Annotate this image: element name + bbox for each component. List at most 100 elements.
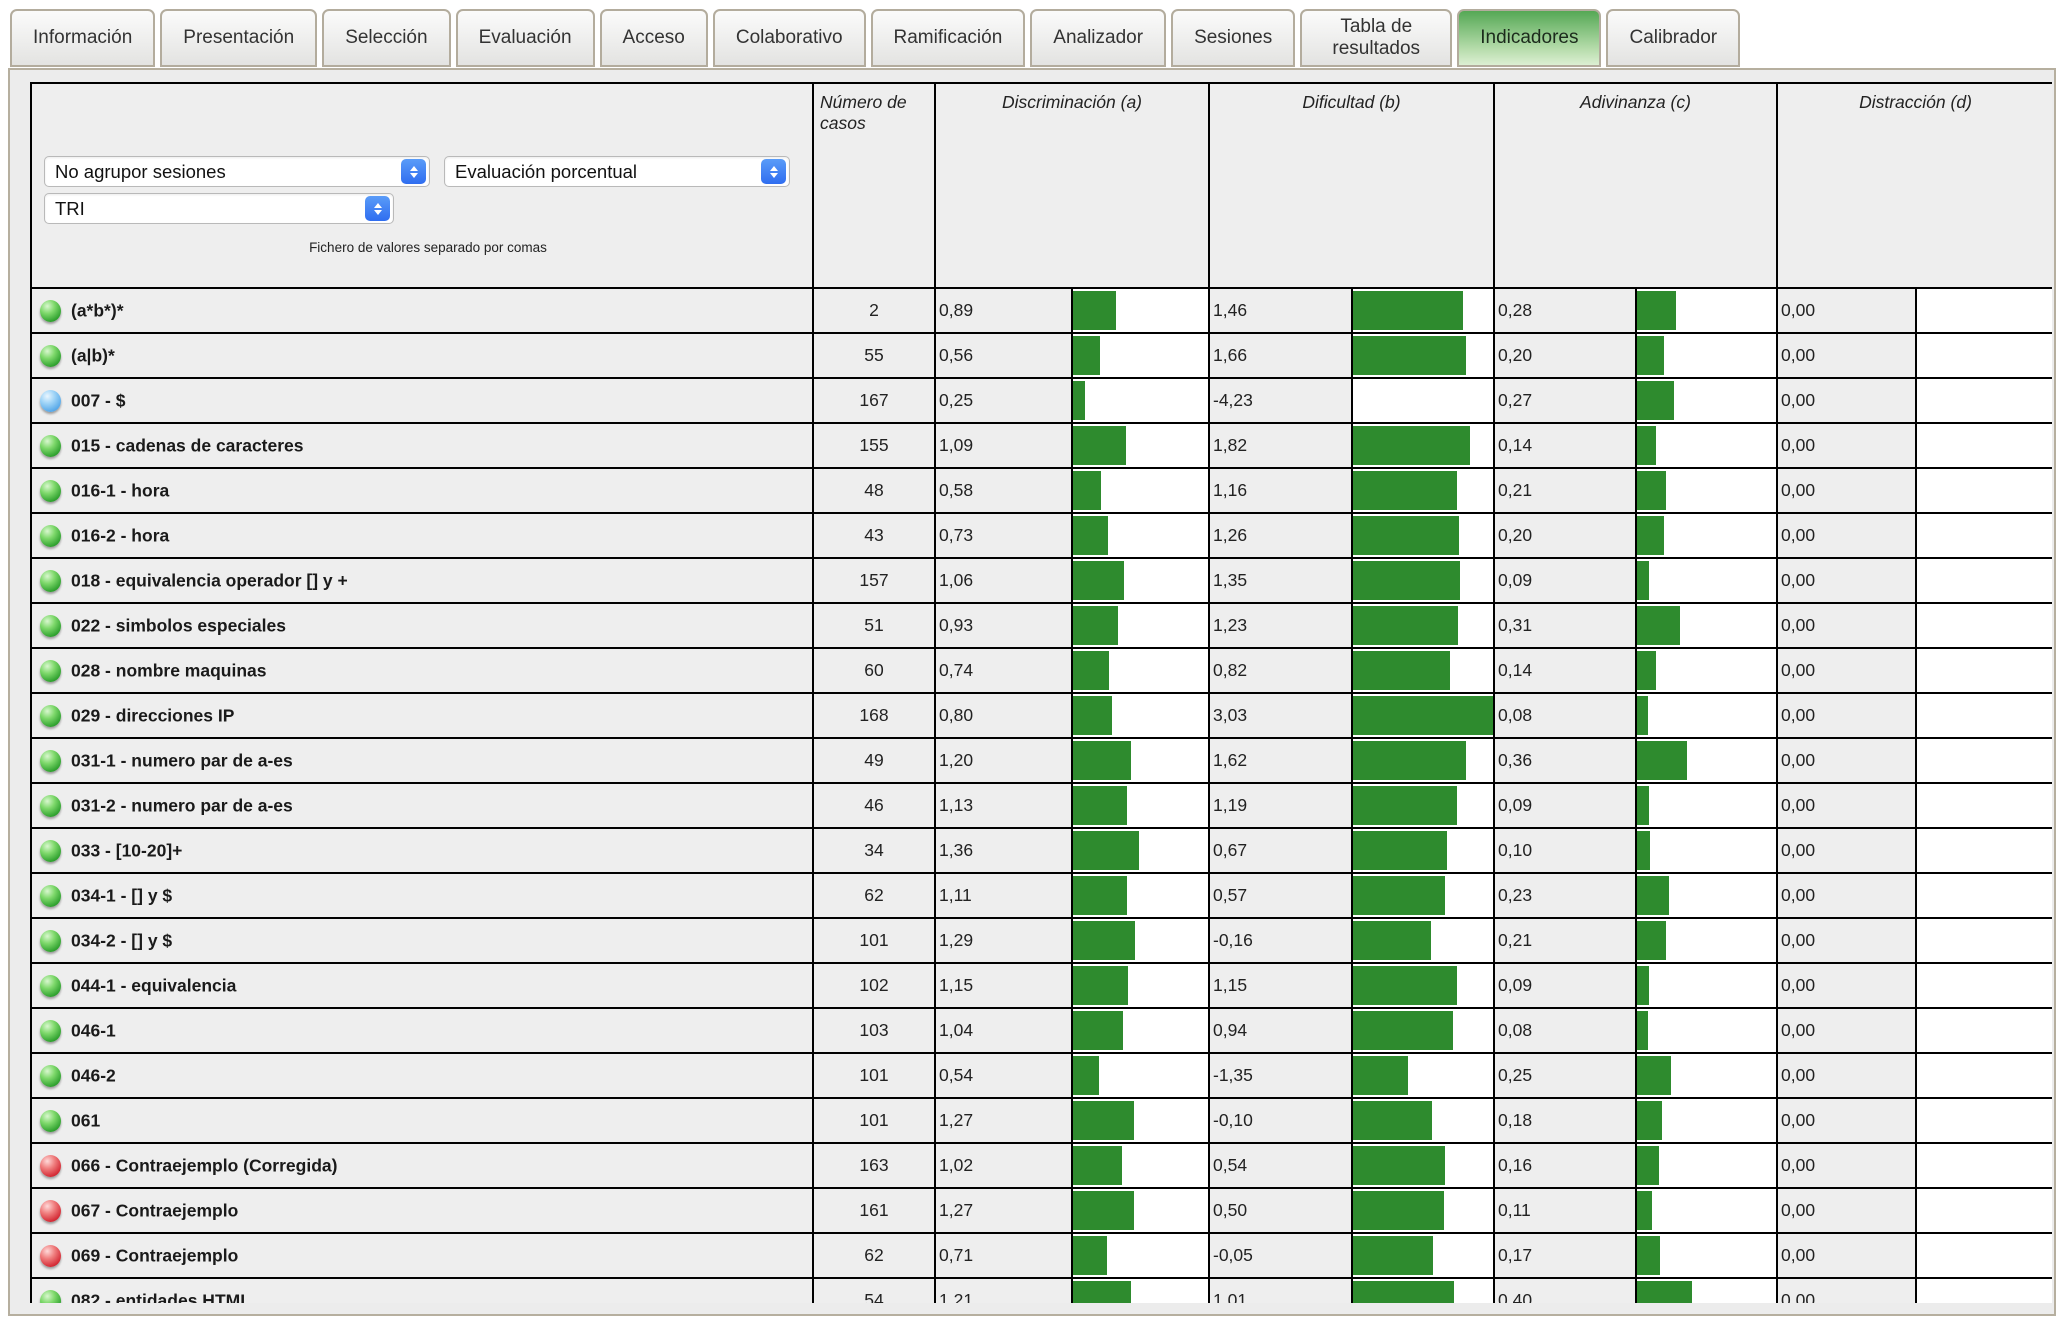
casos-value: 167	[813, 378, 935, 423]
adivinanza-value: 0,40	[1494, 1278, 1636, 1303]
distraccion-bar-cell	[1916, 918, 2053, 963]
discriminacion-value: 1,11	[935, 873, 1072, 918]
discriminacion-value: 0,93	[935, 603, 1072, 648]
item-name-cell[interactable]: 034-1 - [] y $	[31, 873, 813, 918]
dificultad-bar-cell	[1352, 288, 1495, 333]
adivinanza-bar-cell	[1636, 333, 1778, 378]
discriminacion-bar	[1073, 471, 1101, 510]
adivinanza-value: 0,21	[1494, 468, 1636, 513]
dificultad-bar-cell	[1352, 1008, 1495, 1053]
item-name-cell[interactable]: (a*b*)*	[31, 288, 813, 333]
evaluation-select-value: Evaluación porcentual	[455, 161, 637, 183]
item-name-cell[interactable]: 046-1	[31, 1008, 813, 1053]
item-name-cell[interactable]: 016-2 - hora	[31, 513, 813, 558]
table-row: 033 - [10-20]+ 34 1,36 0,67 0,10 0,00	[31, 828, 2052, 873]
item-name-cell[interactable]: 029 - direcciones IP	[31, 693, 813, 738]
distraccion-bar-cell	[1916, 873, 2053, 918]
adivinanza-bar	[1637, 291, 1676, 330]
discriminacion-bar	[1073, 1236, 1107, 1275]
tab-analizador[interactable]: Analizador	[1030, 9, 1166, 67]
item-label: (a*b*)*	[71, 300, 124, 320]
tab-calibrador[interactable]: Calibrador	[1606, 9, 1740, 67]
tab-acceso[interactable]: Acceso	[600, 9, 708, 67]
tab-ramificaci-n[interactable]: Ramificación	[871, 9, 1026, 67]
casos-value: 2	[813, 288, 935, 333]
tab-selecci-n[interactable]: Selección	[322, 9, 450, 67]
item-name-cell[interactable]: 066 - Contraejemplo (Corregida)	[31, 1143, 813, 1188]
model-select[interactable]: TRI	[44, 193, 394, 224]
tab-indicadores[interactable]: Indicadores	[1457, 9, 1601, 67]
discriminacion-bar	[1073, 1011, 1123, 1050]
adivinanza-value: 0,36	[1494, 738, 1636, 783]
discriminacion-bar	[1073, 516, 1108, 555]
tab-colaborativo[interactable]: Colaborativo	[713, 9, 866, 67]
dificultad-bar-cell	[1352, 963, 1495, 1008]
item-name-cell[interactable]: 015 - cadenas de caracteres	[31, 423, 813, 468]
tab-evaluaci-n[interactable]: Evaluación	[456, 9, 595, 67]
tab-presentaci-n[interactable]: Presentación	[160, 9, 317, 67]
distraccion-bar-cell	[1916, 648, 2053, 693]
status-ball-icon	[40, 1110, 61, 1132]
item-name-cell[interactable]: 031-2 - numero par de a-es	[31, 783, 813, 828]
item-name-cell[interactable]: 033 - [10-20]+	[31, 828, 813, 873]
tab-sesiones[interactable]: Sesiones	[1171, 9, 1295, 67]
item-name-cell[interactable]: 022 - simbolos especiales	[31, 603, 813, 648]
item-name-cell[interactable]: 044-1 - equivalencia	[31, 963, 813, 1008]
discriminacion-value: 1,15	[935, 963, 1072, 1008]
evaluation-select[interactable]: Evaluación porcentual	[444, 156, 790, 187]
status-ball-icon	[40, 1155, 61, 1177]
dificultad-bar-cell	[1352, 693, 1495, 738]
distraccion-value: 0,00	[1777, 333, 1916, 378]
dificultad-value: 1,66	[1209, 333, 1352, 378]
item-name-cell[interactable]: 007 - $	[31, 378, 813, 423]
item-name-cell[interactable]: 034-2 - [] y $	[31, 918, 813, 963]
distraccion-value: 0,00	[1777, 513, 1916, 558]
item-name-cell[interactable]: 031-1 - numero par de a-es	[31, 738, 813, 783]
item-name-cell[interactable]: 028 - nombre maquinas	[31, 648, 813, 693]
adivinanza-bar-cell	[1636, 918, 1778, 963]
discriminacion-bar-cell	[1072, 1188, 1209, 1233]
status-ball-icon	[40, 975, 61, 997]
dificultad-bar	[1353, 876, 1446, 915]
tab-informaci-n[interactable]: Información	[10, 9, 155, 67]
item-name-cell[interactable]: 082 - entidades HTML	[31, 1278, 813, 1303]
casos-value: 102	[813, 963, 935, 1008]
discriminacion-value: 1,27	[935, 1098, 1072, 1143]
item-label: 028 - nombre maquinas	[71, 660, 266, 680]
item-name-cell[interactable]: 061	[31, 1098, 813, 1143]
dificultad-value: 1,62	[1209, 738, 1352, 783]
item-name-cell[interactable]: 069 - Contraejemplo	[31, 1233, 813, 1278]
discriminacion-bar-cell	[1072, 738, 1209, 783]
distraccion-bar-cell	[1916, 468, 2053, 513]
item-label: 007 - $	[71, 390, 125, 410]
item-name-cell[interactable]: 016-1 - hora	[31, 468, 813, 513]
distraccion-bar-cell	[1916, 828, 2053, 873]
casos-value: 155	[813, 423, 935, 468]
distraccion-value: 0,00	[1777, 693, 1916, 738]
header-adivinanza: Adivinanza (c)	[1494, 83, 1777, 288]
item-name-cell[interactable]: 018 - equivalencia operador [] y +	[31, 558, 813, 603]
adivinanza-bar-cell	[1636, 828, 1778, 873]
table-row: (a|b)* 55 0,56 1,66 0,20 0,00	[31, 333, 2052, 378]
discriminacion-bar	[1073, 1056, 1099, 1095]
group-sessions-select[interactable]: No agrupor sesiones	[44, 156, 430, 187]
csv-file-link[interactable]: Fichero de valores separado por comas	[44, 240, 812, 255]
tab-tabla-de-resultados[interactable]: Tabla de resultados	[1300, 9, 1452, 67]
discriminacion-bar	[1073, 336, 1100, 375]
table-scroll-area[interactable]: No agrupor sesiones Evaluación porcentua…	[30, 82, 2052, 1303]
discriminacion-bar-cell	[1072, 1098, 1209, 1143]
distraccion-bar-cell	[1916, 603, 2053, 648]
dificultad-value: 1,26	[1209, 513, 1352, 558]
casos-value: 157	[813, 558, 935, 603]
item-name-cell[interactable]: 067 - Contraejemplo	[31, 1188, 813, 1233]
discriminacion-bar	[1073, 291, 1116, 330]
item-label: 082 - entidades HTML	[71, 1290, 251, 1303]
item-label: 022 - simbolos especiales	[71, 615, 286, 635]
dificultad-bar	[1353, 516, 1459, 555]
group-sessions-select-value: No agrupor sesiones	[55, 161, 226, 183]
item-name-cell[interactable]: (a|b)*	[31, 333, 813, 378]
adivinanza-bar	[1637, 381, 1675, 420]
table-row: 044-1 - equivalencia 102 1,15 1,15 0,09 …	[31, 963, 2052, 1008]
distraccion-value: 0,00	[1777, 1233, 1916, 1278]
item-name-cell[interactable]: 046-2	[31, 1053, 813, 1098]
